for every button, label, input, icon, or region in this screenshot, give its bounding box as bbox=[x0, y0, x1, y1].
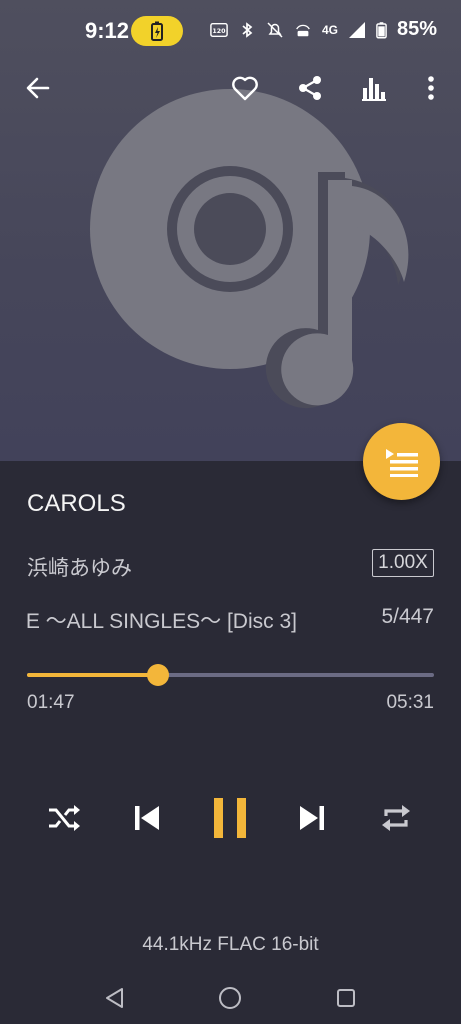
track-position: 5/447 bbox=[381, 605, 434, 628]
track-title: CAROLS bbox=[27, 490, 126, 517]
charging-icon bbox=[131, 16, 183, 46]
audio-format: 44.1kHz FLAC 16-bit bbox=[142, 934, 319, 955]
back-arrow-icon bbox=[26, 77, 50, 99]
favorite-button[interactable] bbox=[223, 66, 267, 110]
refresh-rate-icon: 120 bbox=[210, 22, 228, 37]
queue-button[interactable] bbox=[363, 423, 440, 500]
pause-button[interactable] bbox=[205, 793, 255, 843]
total-duration: 05:31 bbox=[386, 692, 434, 713]
svg-text:120: 120 bbox=[212, 28, 226, 35]
nav-home-icon bbox=[219, 987, 241, 1009]
skip-next-icon bbox=[300, 806, 324, 830]
status-time: 9:12 bbox=[85, 18, 130, 43]
more-options-button[interactable] bbox=[409, 66, 453, 110]
mute-icon bbox=[267, 21, 283, 38]
back-button[interactable] bbox=[16, 66, 60, 110]
nav-back-button[interactable] bbox=[102, 985, 128, 1011]
next-button[interactable] bbox=[287, 793, 337, 843]
previous-button[interactable] bbox=[122, 793, 172, 843]
album-name-text: TE 〜ALL SINGLES〜 [Disc 3] bbox=[27, 610, 297, 633]
network-type: 4G bbox=[321, 22, 338, 37]
equalizer-button[interactable] bbox=[352, 66, 396, 110]
bluetooth-icon bbox=[242, 21, 253, 38]
battery-icon bbox=[376, 21, 387, 39]
seek-bar[interactable] bbox=[27, 664, 434, 686]
skip-previous-icon bbox=[135, 806, 159, 830]
shuffle-icon bbox=[49, 805, 80, 831]
status-icons: 120 4G 85% bbox=[210, 18, 437, 41]
share-icon bbox=[299, 76, 321, 100]
seek-thumb[interactable] bbox=[147, 664, 170, 686]
nav-recents-icon bbox=[337, 989, 355, 1007]
artist-name[interactable]: 浜崎あゆみ bbox=[27, 552, 132, 582]
battery-percent: 85% bbox=[396, 18, 437, 40]
shuffle-button[interactable] bbox=[39, 793, 89, 843]
repeat-button[interactable] bbox=[371, 793, 421, 843]
more-vert-icon bbox=[428, 76, 434, 100]
pause-icon bbox=[214, 798, 246, 838]
playback-speed-button[interactable]: 1.00X bbox=[372, 549, 434, 577]
nav-home-button[interactable] bbox=[217, 985, 243, 1011]
volte-icon bbox=[296, 24, 310, 36]
repeat-icon bbox=[382, 805, 410, 831]
seek-progress bbox=[27, 673, 159, 677]
nav-recents-button[interactable] bbox=[333, 985, 359, 1011]
elapsed-time: 01:47 bbox=[27, 692, 75, 713]
nav-back-icon bbox=[106, 988, 123, 1008]
playlist-play-icon bbox=[385, 448, 418, 477]
signal-icon bbox=[348, 21, 365, 38]
heart-icon bbox=[232, 76, 258, 101]
album-name[interactable]: TE 〜ALL SINGLES〜 [Disc 3] bbox=[27, 605, 327, 635]
share-button[interactable] bbox=[288, 66, 332, 110]
equalizer-icon bbox=[362, 78, 386, 101]
